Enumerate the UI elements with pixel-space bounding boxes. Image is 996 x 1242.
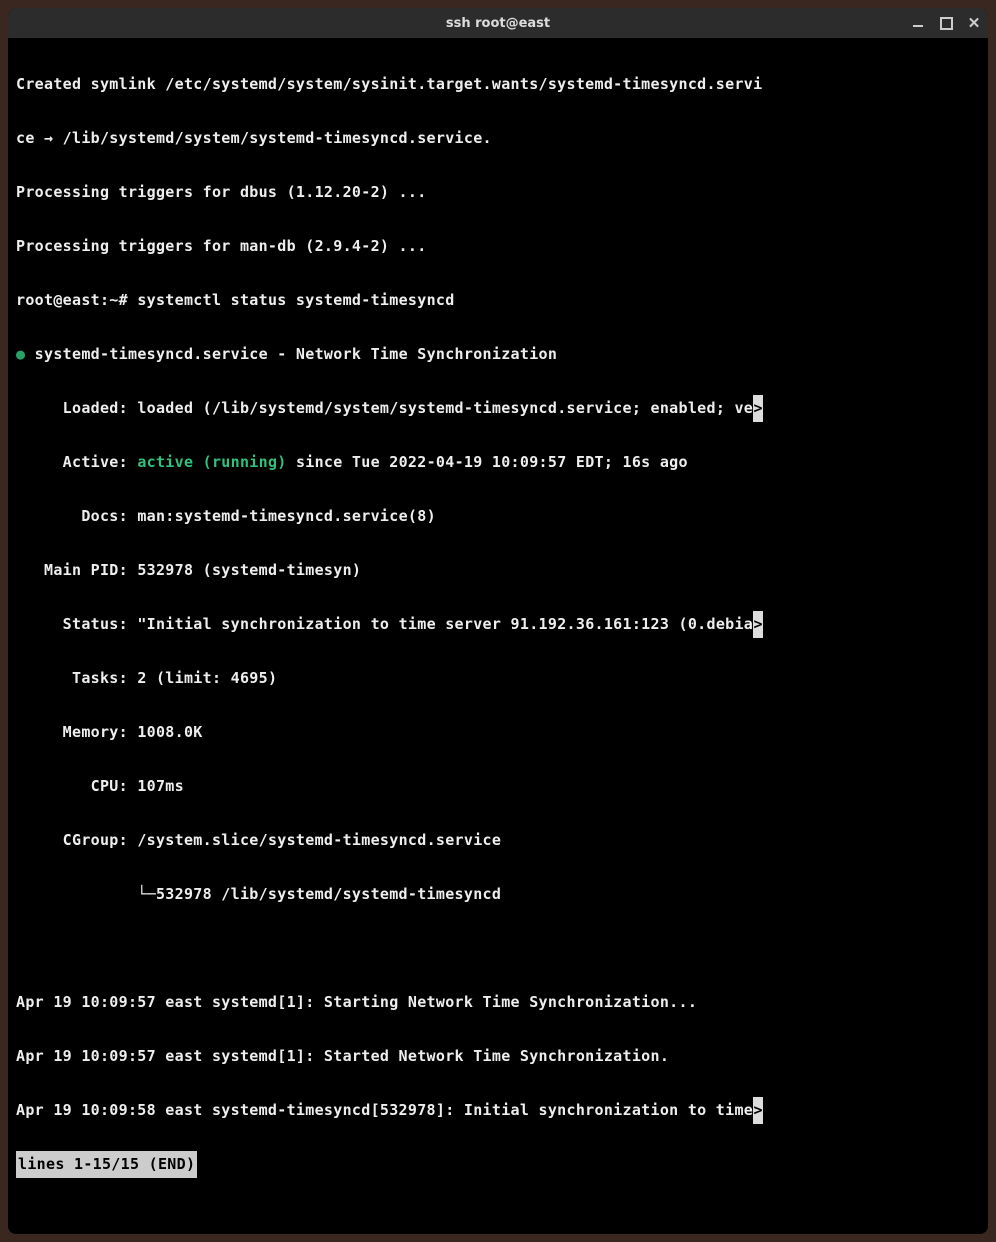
line-overflow-icon: >	[753, 395, 763, 422]
prompt-line: root@east:~# systemctl status systemd-ti…	[16, 287, 980, 314]
shell-prompt: root@east:~#	[16, 291, 137, 309]
field-label: Main PID:	[16, 561, 137, 579]
maximize-button[interactable]	[938, 15, 954, 31]
window-title: ssh root@east	[446, 16, 550, 31]
journal-text: Apr 19 10:09:58 east systemd-timesyncd[5…	[16, 1101, 753, 1119]
active-since: since Tue 2022-04-19 10:09:57 EDT; 16s a…	[287, 453, 688, 471]
pager-line: lines 1-15/15 (END)	[16, 1151, 980, 1178]
terminal-window: ssh root@east ✕ Created symlink /etc/sys…	[8, 8, 988, 1234]
field-label: Loaded:	[16, 399, 137, 417]
status-tasks: Tasks: 2 (limit: 4695)	[16, 665, 980, 692]
status-cgroup: CGroup: /system.slice/systemd-timesyncd.…	[16, 827, 980, 854]
output-line: Processing triggers for man-db (2.9.4-2)…	[16, 233, 980, 260]
field-value: man:systemd-timesyncd.service(8)	[137, 507, 436, 525]
status-mainpid: Main PID: 532978 (systemd-timesyn)	[16, 557, 980, 584]
status-status: Status: "Initial synchronization to time…	[16, 611, 980, 638]
titlebar[interactable]: ssh root@east ✕	[8, 8, 988, 38]
field-label: Status:	[16, 615, 137, 633]
output-line: ce → /lib/systemd/system/systemd-timesyn…	[16, 125, 980, 152]
blank-line	[16, 935, 980, 962]
status-loaded: Loaded: loaded (/lib/systemd/system/syst…	[16, 395, 980, 422]
field-value: "Initial synchronization to time server …	[137, 615, 753, 633]
journal-line: Apr 19 10:09:58 east systemd-timesyncd[5…	[16, 1097, 980, 1124]
field-label: Active:	[16, 453, 137, 471]
close-button[interactable]: ✕	[966, 15, 982, 31]
output-line: Processing triggers for dbus (1.12.20-2)…	[16, 179, 980, 206]
window-controls: ✕	[910, 8, 982, 38]
journal-line: Apr 19 10:09:57 east systemd[1]: Started…	[16, 1043, 980, 1070]
journal-line: Apr 19 10:09:57 east systemd[1]: Startin…	[16, 989, 980, 1016]
field-label: Docs:	[16, 507, 137, 525]
line-overflow-icon: >	[753, 611, 763, 638]
status-docs: Docs: man:systemd-timesyncd.service(8)	[16, 503, 980, 530]
service-title: systemd-timesyncd.service - Network Time…	[25, 345, 557, 363]
cgroup-tree: └─532978 /lib/systemd/systemd-timesyncd	[16, 881, 980, 908]
status-dot-icon: ●	[16, 345, 25, 363]
pager-status: lines 1-15/15 (END)	[16, 1151, 197, 1178]
field-label: CGroup:	[16, 831, 137, 849]
field-value: loaded (/lib/systemd/system/systemd-time…	[137, 399, 753, 417]
field-label: CPU:	[16, 777, 137, 795]
line-overflow-icon: >	[753, 1097, 763, 1124]
field-value: 532978 (systemd-timesyn)	[137, 561, 361, 579]
status-cpu: CPU: 107ms	[16, 773, 980, 800]
status-active: Active: active (running) since Tue 2022-…	[16, 449, 980, 476]
field-value: 107ms	[137, 777, 184, 795]
field-value: 2 (limit: 4695)	[137, 669, 277, 687]
field-label: Tasks:	[16, 669, 137, 687]
status-memory: Memory: 1008.0K	[16, 719, 980, 746]
status-header: ● systemd-timesyncd.service - Network Ti…	[16, 341, 980, 368]
output-line: Created symlink /etc/systemd/system/sysi…	[16, 71, 980, 98]
active-state: active (running)	[137, 453, 286, 471]
terminal-body[interactable]: Created symlink /etc/systemd/system/sysi…	[8, 38, 988, 1234]
field-label: Memory:	[16, 723, 137, 741]
field-value: 1008.0K	[137, 723, 202, 741]
command-text: systemctl status systemd-timesyncd	[137, 291, 454, 309]
minimize-button[interactable]	[910, 15, 926, 31]
field-value: /system.slice/systemd-timesyncd.service	[137, 831, 501, 849]
